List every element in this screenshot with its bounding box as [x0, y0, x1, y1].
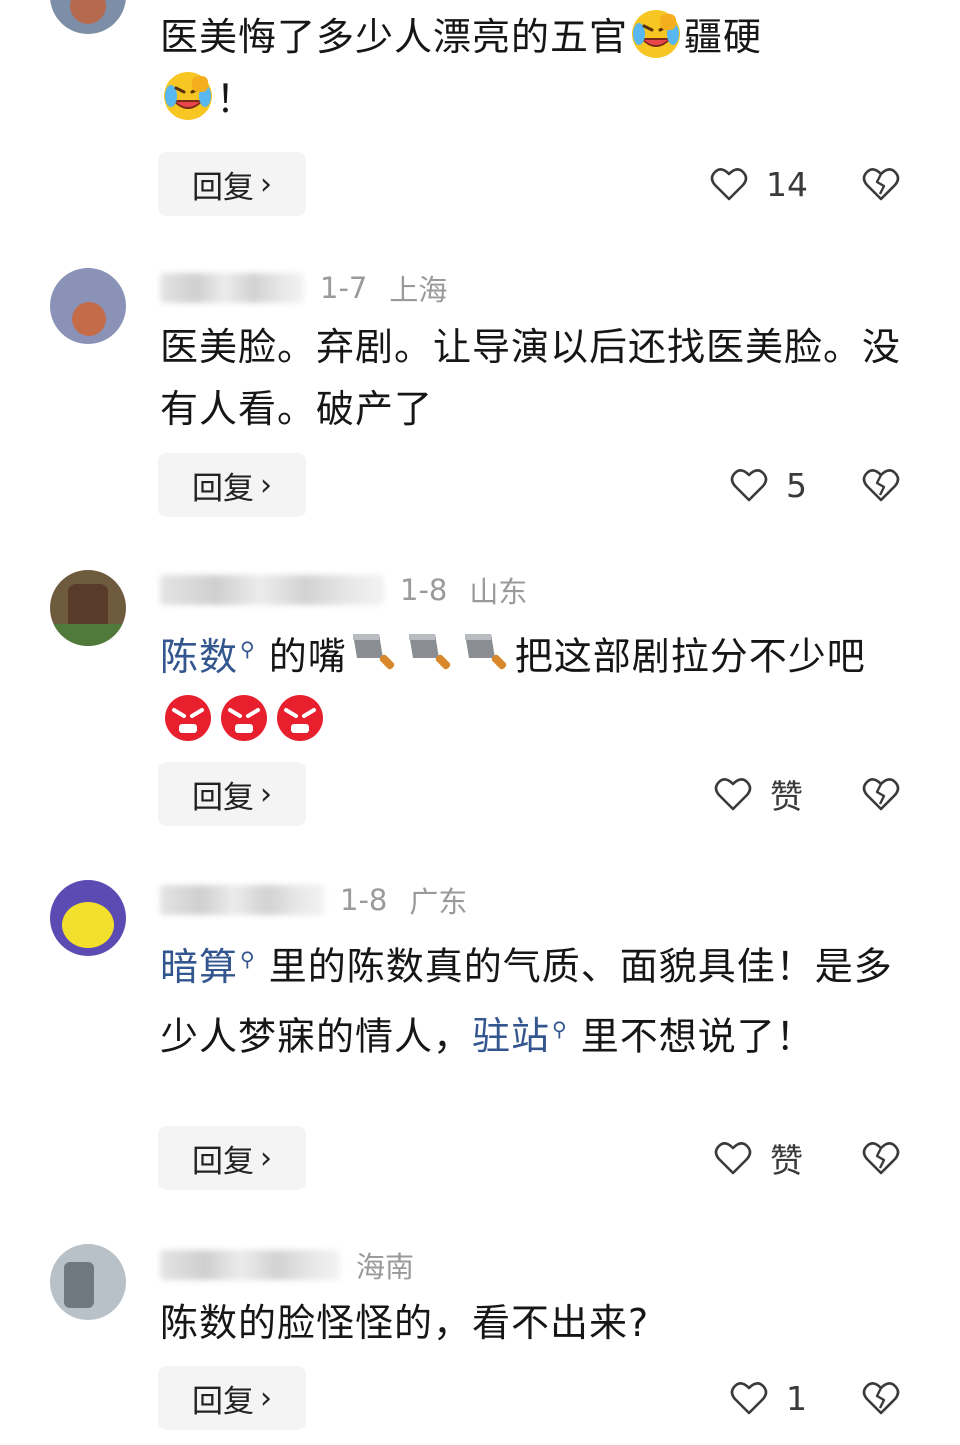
username-blurred[interactable] [160, 575, 384, 605]
search-link[interactable]: 驻站 ⚲ [472, 1014, 568, 1058]
like-count: 5 [786, 465, 807, 505]
angry-face-emoji-icon [277, 691, 323, 741]
broken-heart-icon [862, 1142, 900, 1175]
angry-face-emoji-icon [221, 691, 267, 741]
dislike-button[interactable] [862, 453, 902, 517]
avatar[interactable] [50, 570, 126, 646]
dislike-button[interactable] [862, 1126, 902, 1190]
like-button[interactable]: 赞 [714, 762, 803, 826]
like-button[interactable]: 14 [710, 152, 808, 216]
search-mini-icon: ⚲ [552, 1016, 568, 1041]
avatar-face [64, 1262, 94, 1308]
comment-text: 医美脸。弃剧。让导演以后还找医美脸。没有人看。破产了 [160, 325, 902, 431]
comment-date: 1-8 [340, 883, 388, 917]
avatar[interactable] [50, 268, 126, 344]
reply-button[interactable]: 回复 › [158, 152, 306, 216]
cleaver-emoji-icon [352, 633, 395, 669]
heart-outline-icon [710, 168, 748, 201]
search-mini-icon: ⚲ [240, 637, 256, 661]
comment-text: 医美悔了多少人漂亮的五官 疆硬！ [160, 6, 920, 130]
search-link[interactable]: 暗算 ⚲ [160, 945, 256, 989]
dislike-button[interactable] [862, 762, 902, 826]
comment-meta: 1-8 山东 [160, 570, 527, 610]
avatar-face [62, 902, 114, 948]
angry-face-emoji-icon [165, 691, 211, 741]
heart-outline-icon [714, 1142, 752, 1175]
cleaver-emoji-icon [408, 633, 451, 669]
dislike-button[interactable] [862, 1366, 902, 1430]
like-count: 1 [786, 1378, 807, 1418]
comment-date: 1-7 [320, 271, 368, 305]
broken-heart-icon [862, 1382, 900, 1415]
comment-meta: 1-8 广东 [160, 880, 467, 920]
comment-text: 陈数的脸怪怪的，看不出来? [160, 1301, 650, 1345]
avatar[interactable] [50, 1244, 126, 1320]
username-blurred[interactable] [160, 1250, 340, 1280]
avatar-ground [50, 624, 126, 646]
comment-location: 上海 [389, 273, 448, 307]
like-button[interactable]: 5 [730, 453, 807, 517]
username-blurred[interactable] [160, 273, 304, 303]
chevron-right-icon: › [260, 1380, 272, 1416]
reply-button[interactable]: 回复 › [158, 762, 306, 826]
search-mini-icon: ⚲ [240, 947, 256, 971]
comment-meta: 海南 [160, 1245, 414, 1285]
avatar-face [70, 0, 106, 24]
like-count: 赞 [770, 777, 803, 816]
reply-button[interactable]: 回复 › [158, 1366, 306, 1430]
comment-text: 陈数 ⚲ 的嘴 把这部剧拉分不少吧 [160, 618, 920, 750]
reply-button[interactable]: 回复 › [158, 1126, 306, 1190]
heart-outline-icon [714, 778, 752, 811]
laughing-crying-emoji-icon [632, 10, 681, 58]
chevron-right-icon: › [260, 467, 272, 503]
like-button[interactable]: 1 [730, 1366, 807, 1430]
heart-outline-icon [730, 469, 768, 502]
username-blurred[interactable] [160, 885, 324, 915]
cleaver-emoji-icon [464, 633, 507, 669]
like-count: 14 [766, 164, 808, 204]
chevron-right-icon: › [260, 776, 272, 812]
laughing-crying-emoji-icon [164, 72, 212, 120]
comment-location: 广东 [409, 885, 468, 919]
dislike-button[interactable] [862, 152, 902, 216]
comment-text: 暗算 ⚲ 里的陈数真的气质、面貌具佳！是多少人梦寐的情人，驻站 ⚲ 里不想说了！ [160, 944, 893, 1059]
chevron-right-icon: › [260, 1140, 272, 1176]
comment-date: 1-8 [400, 573, 448, 607]
avatar-face [72, 302, 106, 336]
like-count: 赞 [770, 1141, 803, 1180]
chevron-right-icon: › [260, 166, 272, 202]
avatar[interactable] [50, 0, 126, 34]
comment-meta: 1-7 上海 [160, 268, 447, 308]
like-button[interactable]: 赞 [714, 1126, 803, 1190]
reply-button[interactable]: 回复 › [158, 453, 306, 517]
heart-outline-icon [730, 1382, 768, 1415]
avatar[interactable] [50, 880, 126, 956]
comment-location: 海南 [356, 1250, 415, 1284]
broken-heart-icon [862, 168, 900, 201]
broken-heart-icon [862, 469, 900, 502]
comment-location: 山东 [469, 575, 528, 609]
search-link[interactable]: 陈数 ⚲ [160, 635, 256, 679]
broken-heart-icon [862, 778, 900, 811]
